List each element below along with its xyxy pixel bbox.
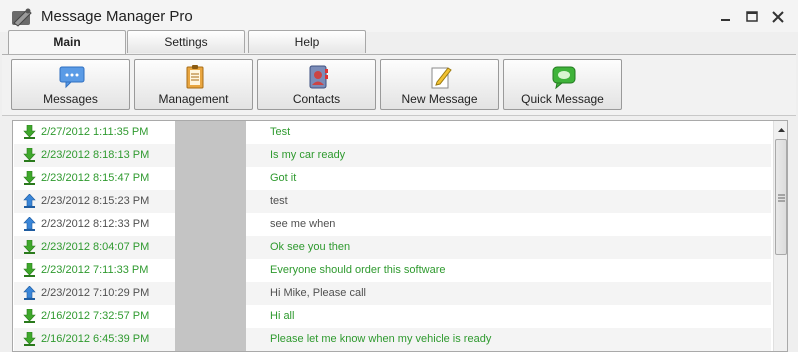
list-item[interactable]: 2/23/2012 8:15:23 PM test: [14, 190, 771, 213]
vertical-scrollbar[interactable]: [773, 121, 788, 351]
toolbar: Messages Management Contacts New Message: [2, 54, 796, 116]
list-item[interactable]: 2/16/2012 7:32:57 PM Hi all: [14, 305, 771, 328]
app-logo-icon: [12, 8, 32, 27]
maximize-icon[interactable]: [744, 10, 760, 24]
scrollbar-thumb[interactable]: [775, 139, 787, 255]
incoming-arrow-icon: [23, 240, 36, 254]
message-date: 2/23/2012 7:11:33 PM: [41, 264, 149, 276]
message-date: 2/23/2012 8:04:07 PM: [41, 241, 150, 253]
scroll-up-arrow-icon[interactable]: [774, 123, 788, 137]
contacts-button[interactable]: Contacts: [257, 59, 376, 110]
list-item[interactable]: 2/23/2012 8:18:13 PM Is my car ready: [14, 144, 771, 167]
management-label: Management: [158, 92, 229, 106]
messages-button[interactable]: Messages: [11, 59, 130, 110]
list-item[interactable]: 2/23/2012 8:15:47 PM Got it: [14, 167, 771, 190]
outgoing-arrow-icon: [23, 286, 36, 300]
clipboard-icon: [186, 65, 204, 89]
grip-icon: [778, 194, 785, 202]
tab-main[interactable]: Main: [8, 30, 126, 55]
list-item[interactable]: 2/23/2012 7:11:33 PM Everyone should ord…: [14, 259, 771, 282]
message-date: 2/23/2012 8:15:23 PM: [41, 195, 150, 207]
tab-settings[interactable]: Settings: [127, 30, 245, 53]
message-date: 2/23/2012 8:15:47 PM: [41, 172, 150, 184]
messages-label: Messages: [43, 92, 98, 106]
pencil-note-icon: [431, 67, 452, 89]
message-list[interactable]: 2/27/2012 1:11:35 PM Test 2/23/2012 8:18…: [12, 120, 788, 352]
speech-bubble-icon: [59, 66, 85, 89]
list-item[interactable]: 2/23/2012 8:04:07 PM Ok see you then: [14, 236, 771, 259]
incoming-arrow-icon: [23, 263, 36, 277]
tab-help[interactable]: Help: [248, 30, 366, 53]
outgoing-arrow-icon: [23, 217, 36, 231]
new-message-label: New Message: [401, 92, 478, 106]
message-date: 2/16/2012 7:32:57 PM: [41, 310, 150, 322]
list-item[interactable]: 2/23/2012 7:10:29 PM Hi Mike, Please cal…: [14, 282, 771, 305]
address-book-icon: [309, 65, 328, 89]
contacts-label: Contacts: [292, 92, 341, 106]
message-text: Hi Mike, Please call: [270, 287, 366, 299]
message-text: Everyone should order this software: [270, 264, 446, 276]
message-text: see me when: [270, 218, 336, 230]
close-icon[interactable]: [770, 10, 786, 24]
incoming-arrow-icon: [23, 171, 36, 185]
management-button[interactable]: Management: [134, 59, 253, 110]
message-date: 2/23/2012 8:12:33 PM: [41, 218, 150, 230]
window-title: Message Manager Pro: [41, 8, 193, 25]
redacted-contact-column: [175, 121, 246, 351]
message-date: 2/23/2012 8:18:13 PM: [41, 149, 150, 161]
outgoing-arrow-icon: [23, 194, 36, 208]
message-text: test: [270, 195, 288, 207]
message-text: Is my car ready: [270, 149, 346, 161]
incoming-arrow-icon: [23, 309, 36, 323]
message-date: 2/27/2012 1:11:35 PM: [41, 126, 149, 138]
message-text: Got it: [270, 172, 297, 184]
minimize-icon[interactable]: [718, 10, 734, 24]
message-date: 2/16/2012 6:45:39 PM: [41, 333, 150, 345]
quick-message-button[interactable]: Quick Message: [503, 59, 622, 110]
message-text: Test: [270, 126, 291, 138]
message-text: Ok see you then: [270, 241, 351, 253]
incoming-arrow-icon: [23, 332, 36, 346]
incoming-arrow-icon: [23, 125, 36, 139]
list-item[interactable]: 2/27/2012 1:11:35 PM Test: [14, 121, 771, 144]
message-date: 2/23/2012 7:10:29 PM: [41, 287, 150, 299]
quick-message-label: Quick Message: [521, 92, 604, 106]
title-bar: Message Manager Pro: [0, 0, 798, 32]
list-item[interactable]: 2/23/2012 8:12:33 PM see me when: [14, 213, 771, 236]
incoming-arrow-icon: [23, 148, 36, 162]
green-chat-icon: [552, 66, 576, 89]
message-text: Please let me know when my vehicle is re…: [270, 333, 492, 345]
new-message-button[interactable]: New Message: [380, 59, 499, 110]
message-text: Hi all: [270, 310, 295, 322]
list-item[interactable]: 2/16/2012 6:45:39 PM Please let me know …: [14, 328, 771, 351]
